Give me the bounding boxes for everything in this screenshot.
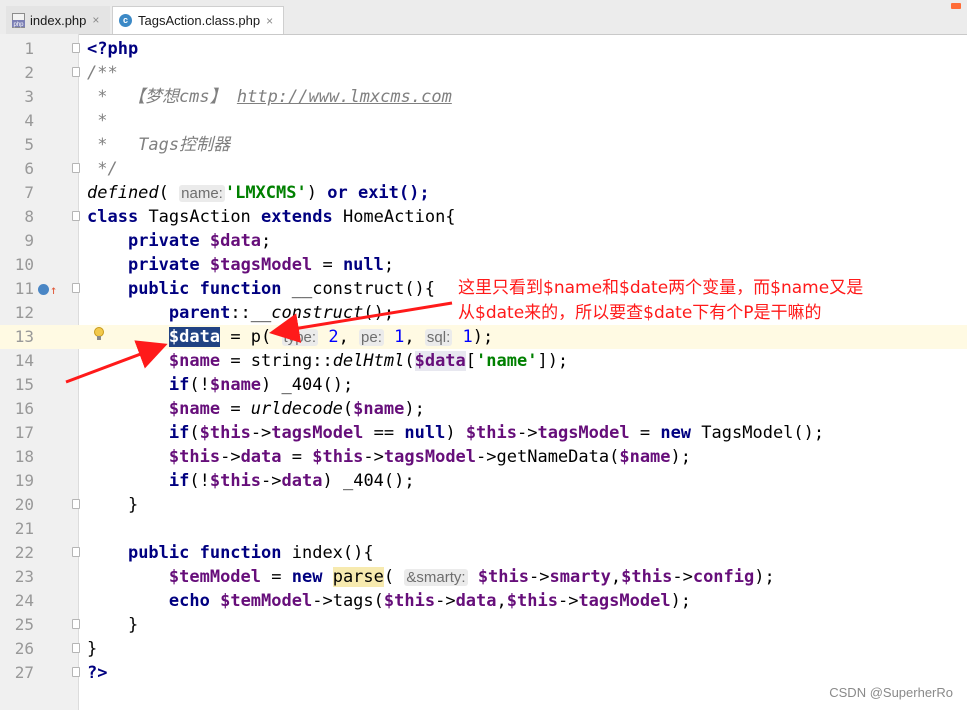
annotation-arrows [65,301,453,384]
watermark: CSDN @SuperherRo [829,685,953,700]
annotation-arrow [269,301,453,343]
annotation-arrow [65,340,168,384]
